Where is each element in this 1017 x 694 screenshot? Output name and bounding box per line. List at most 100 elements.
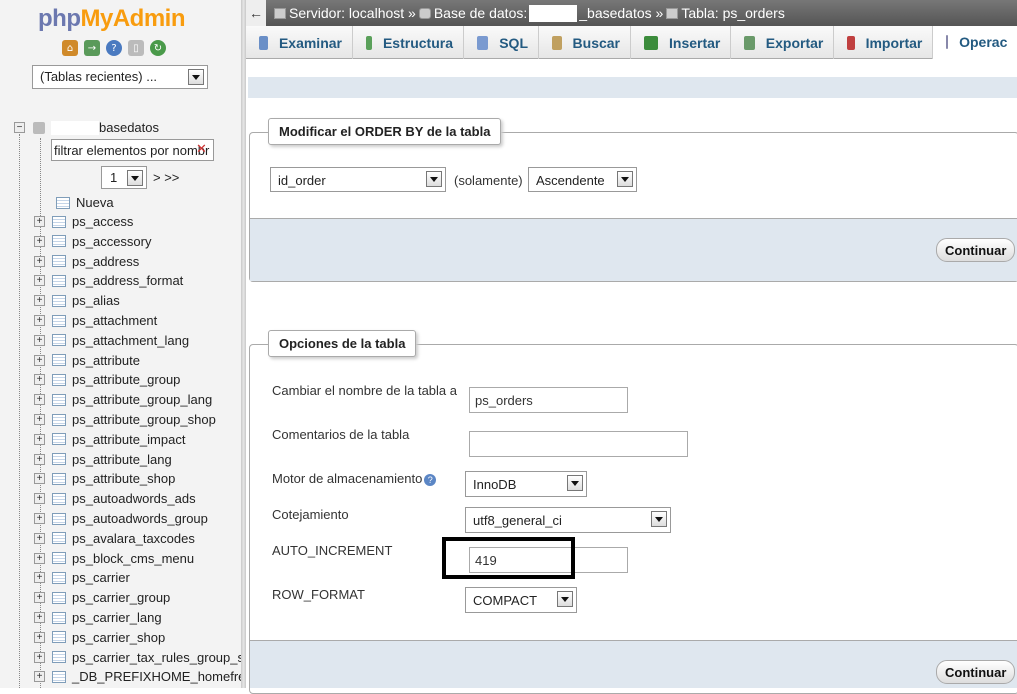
expand-icon[interactable]: + — [34, 394, 45, 406]
table-item-ps_avalara_taxcodes[interactable]: + ps_avalara_taxcodes — [34, 529, 195, 548]
table-item-ps_address[interactable]: + ps_address — [34, 252, 139, 271]
table-icon — [666, 7, 679, 19]
expand-icon[interactable]: + — [34, 216, 45, 227]
expand-icon[interactable]: + — [34, 354, 45, 366]
tab-importar[interactable]: Importar — [834, 26, 934, 59]
navigation-panel: phpMyAdmin ⌂ → ? ▯ ↻ (Tablas recientes) … — [0, 0, 241, 688]
table-icon — [52, 294, 66, 307]
expand-icon[interactable]: + — [34, 631, 45, 643]
expand-icon[interactable]: + — [34, 572, 45, 584]
table-item-ps_block_cms_menu[interactable]: + ps_block_cms_menu — [34, 549, 194, 568]
table-item-ps_attachment_lang[interactable]: + ps_attachment_lang — [34, 331, 189, 350]
table-item-ps_carrier_group[interactable]: + ps_carrier_group — [34, 588, 170, 607]
next-page-link[interactable]: > >> — [153, 170, 179, 185]
table-icon — [52, 631, 66, 644]
new-table-item[interactable]: Nueva — [56, 193, 114, 212]
help-icon[interactable]: ? — [424, 473, 437, 486]
table-item-ps_carrier_lang[interactable]: + ps_carrier_lang — [34, 608, 162, 627]
expand-icon[interactable]: + — [34, 493, 45, 505]
breadcrumb-db[interactable]: _basedatos » — [579, 5, 663, 21]
expand-icon[interactable]: + — [34, 513, 45, 524]
expand-icon[interactable]: + — [34, 414, 45, 425]
collation-label: Cotejamiento — [272, 507, 349, 522]
tab-exportar-icon — [744, 35, 755, 50]
filter-input[interactable]: filtrar elementos por nombr — [51, 139, 214, 161]
tab-exportar[interactable]: Exportar — [731, 26, 835, 59]
expand-icon[interactable]: + — [34, 374, 45, 386]
recent-tables-select[interactable]: (Tablas recientes) ... — [32, 65, 208, 89]
table-item-ps_autoadwords_group[interactable]: + ps_autoadwords_group — [34, 509, 208, 528]
table-item-ps_autoadwords_ads[interactable]: + ps_autoadwords_ads — [34, 489, 196, 508]
tab-insertar[interactable]: Insertar — [631, 26, 732, 59]
table-icon — [52, 571, 66, 584]
table-item-ps_address_format[interactable]: + ps_address_format — [34, 271, 183, 290]
options-continue-button[interactable]: Continuar — [936, 660, 1016, 684]
expand-icon[interactable]: + — [34, 433, 45, 445]
table-item-ps_attribute_lang[interactable]: + ps_attribute_lang — [34, 450, 172, 469]
home-icon[interactable]: ⌂ — [62, 40, 78, 56]
table-item-ps_attribute[interactable]: + ps_attribute — [34, 351, 140, 370]
help-icon[interactable]: ? — [106, 40, 122, 56]
database-node[interactable]: − basedatos — [14, 120, 159, 135]
chevron-down-icon — [426, 171, 442, 187]
tab-sql[interactable]: SQL — [464, 26, 539, 59]
expand-icon[interactable]: + — [34, 334, 45, 346]
expand-icon[interactable]: + — [34, 453, 45, 465]
comments-input[interactable] — [469, 431, 688, 457]
table-item-ps_carrier_shop[interactable]: + ps_carrier_shop — [34, 628, 165, 647]
breadcrumb-table[interactable]: Tabla: ps_orders — [681, 5, 785, 21]
expand-icon[interactable]: + — [34, 651, 45, 663]
table-item-ps_carrier_tax_rules_group_s[interactable]: + ps_carrier_tax_rules_group_s — [34, 648, 241, 667]
reload-icon[interactable]: ↻ — [150, 40, 166, 56]
expand-icon[interactable]: + — [34, 275, 45, 287]
breadcrumb-server[interactable]: Servidor: localhost » — [289, 5, 416, 21]
docs-icon[interactable]: ▯ — [128, 40, 144, 56]
table-item-ps_attribute_group_shop[interactable]: + ps_attribute_group_shop — [34, 410, 216, 429]
table-item-ps_attribute_group_lang[interactable]: + ps_attribute_group_lang — [34, 390, 212, 409]
phpmyadmin-logo[interactable]: phpMyAdmin — [38, 5, 185, 33]
table-item-_DB_PREFIXHOME_homefre[interactable]: + _DB_PREFIXHOME_homefre — [34, 667, 241, 686]
table-icon — [52, 472, 66, 485]
tab-operac[interactable]: Operac — [933, 26, 1017, 59]
engine-select[interactable]: InnoDB — [465, 471, 587, 497]
rowformat-select[interactable]: COMPACT — [465, 587, 577, 613]
tab-examinar[interactable]: Examinar — [246, 26, 353, 59]
redacted-db-name — [51, 120, 99, 135]
table-icon — [52, 373, 66, 386]
tab-buscar[interactable]: Buscar — [539, 26, 631, 59]
expand-icon[interactable]: + — [34, 315, 45, 326]
options-legend: Opciones de la tabla — [268, 330, 417, 357]
orderby-column-select[interactable]: id_order — [270, 167, 446, 192]
collapse-nav-icon[interactable]: ← — [246, 0, 266, 26]
breadcrumb-db-label[interactable]: Base de datos: — [434, 5, 527, 21]
table-item-ps_alias[interactable]: + ps_alias — [34, 291, 120, 310]
logout-icon[interactable]: → — [84, 40, 100, 56]
expand-icon[interactable]: + — [34, 612, 45, 623]
orderby-continue-button[interactable]: Continuar — [936, 238, 1016, 262]
collation-select[interactable]: utf8_general_ci — [465, 507, 671, 533]
table-item-ps_attribute_impact[interactable]: + ps_attribute_impact — [34, 430, 185, 449]
expand-icon[interactable]: + — [34, 532, 45, 544]
expand-icon[interactable]: + — [34, 592, 45, 604]
main-content: ← Servidor: localhost » Base de datos: _… — [246, 0, 1017, 694]
expand-icon[interactable]: + — [34, 552, 45, 564]
table-item-ps_attribute_group[interactable]: + ps_attribute_group — [34, 370, 180, 389]
table-icon — [52, 215, 66, 228]
clear-filter-icon[interactable]: ✕ — [196, 142, 207, 157]
table-item-ps_attribute_shop[interactable]: + ps_attribute_shop — [34, 469, 175, 488]
database-name: basedatos — [99, 120, 159, 135]
table-item-ps_carrier[interactable]: + ps_carrier — [34, 568, 130, 587]
expand-icon[interactable]: + — [34, 473, 45, 485]
expand-icon[interactable]: + — [34, 255, 45, 267]
table-item-ps_accessory[interactable]: + ps_accessory — [34, 232, 151, 251]
tab-estructura[interactable]: Estructura — [353, 26, 464, 59]
expand-icon[interactable]: + — [34, 295, 45, 307]
table-item-ps_access[interactable]: + ps_access — [34, 212, 133, 231]
table-item-ps_attachment[interactable]: + ps_attachment — [34, 311, 157, 330]
expand-icon[interactable]: + — [34, 235, 45, 247]
expand-icon[interactable]: + — [34, 671, 45, 683]
orderby-direction-select[interactable]: Ascendente — [528, 167, 637, 192]
collapse-icon[interactable]: − — [14, 122, 25, 133]
page-select[interactable]: 1 — [101, 166, 147, 189]
rename-input[interactable]: ps_orders — [469, 387, 628, 413]
